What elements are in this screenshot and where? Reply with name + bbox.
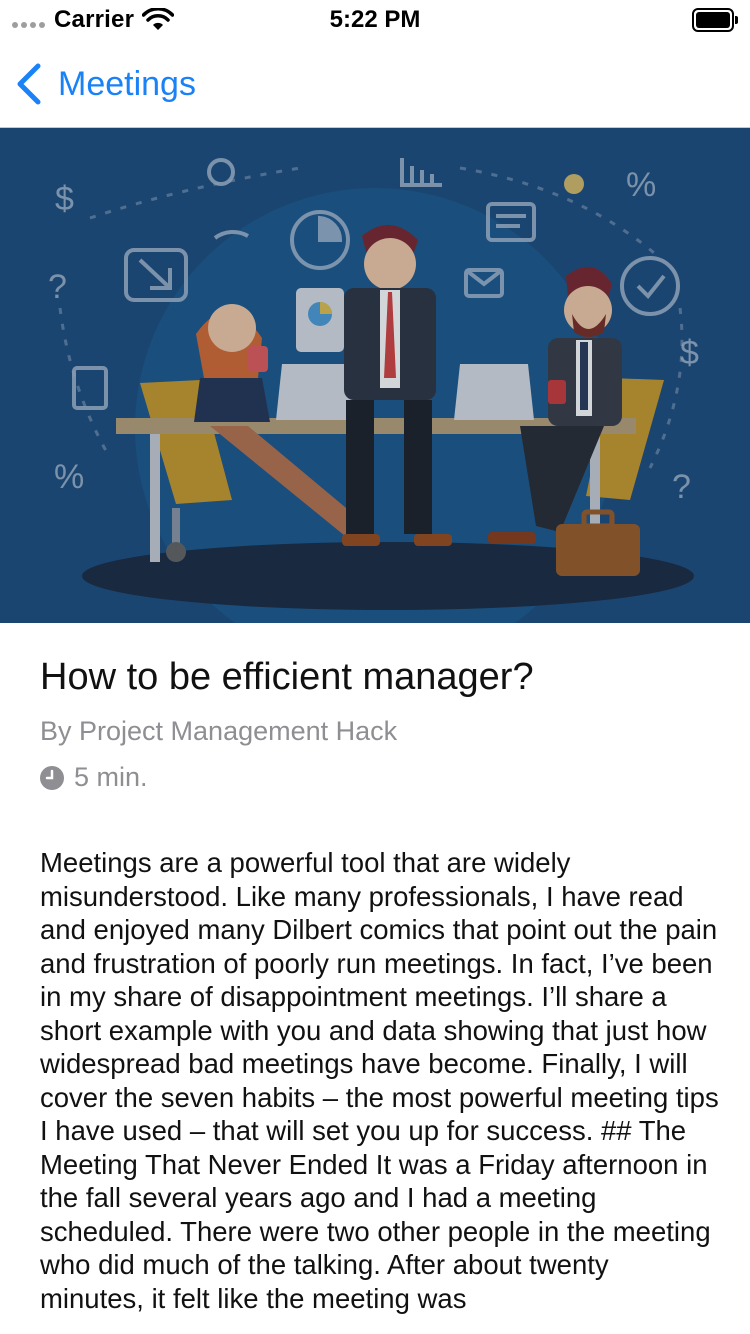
clock-time: 5:22 PM [329,6,421,33]
back-button-label: Meetings [58,64,196,103]
article-hero-image: $ ? % % $ ? [0,128,750,623]
article-title: How to be efficient manager? [40,656,534,698]
read-time: 5 min. [40,762,148,793]
chevron-left-icon [17,63,41,105]
back-button[interactable]: Meetings [14,60,196,108]
navigation-bar: Meetings [0,40,750,128]
battery-icon [692,8,738,32]
read-time-label: 5 min. [74,762,148,792]
clock-icon [40,765,64,790]
status-bar: Carrier 5:22 PM [0,0,750,40]
article-body: Meetings are a powerful tool that are wi… [40,847,719,1314]
team-meeting-illustration: $ ? % % $ ? [0,128,750,623]
article-author: By Project Management Hack [40,716,398,746]
